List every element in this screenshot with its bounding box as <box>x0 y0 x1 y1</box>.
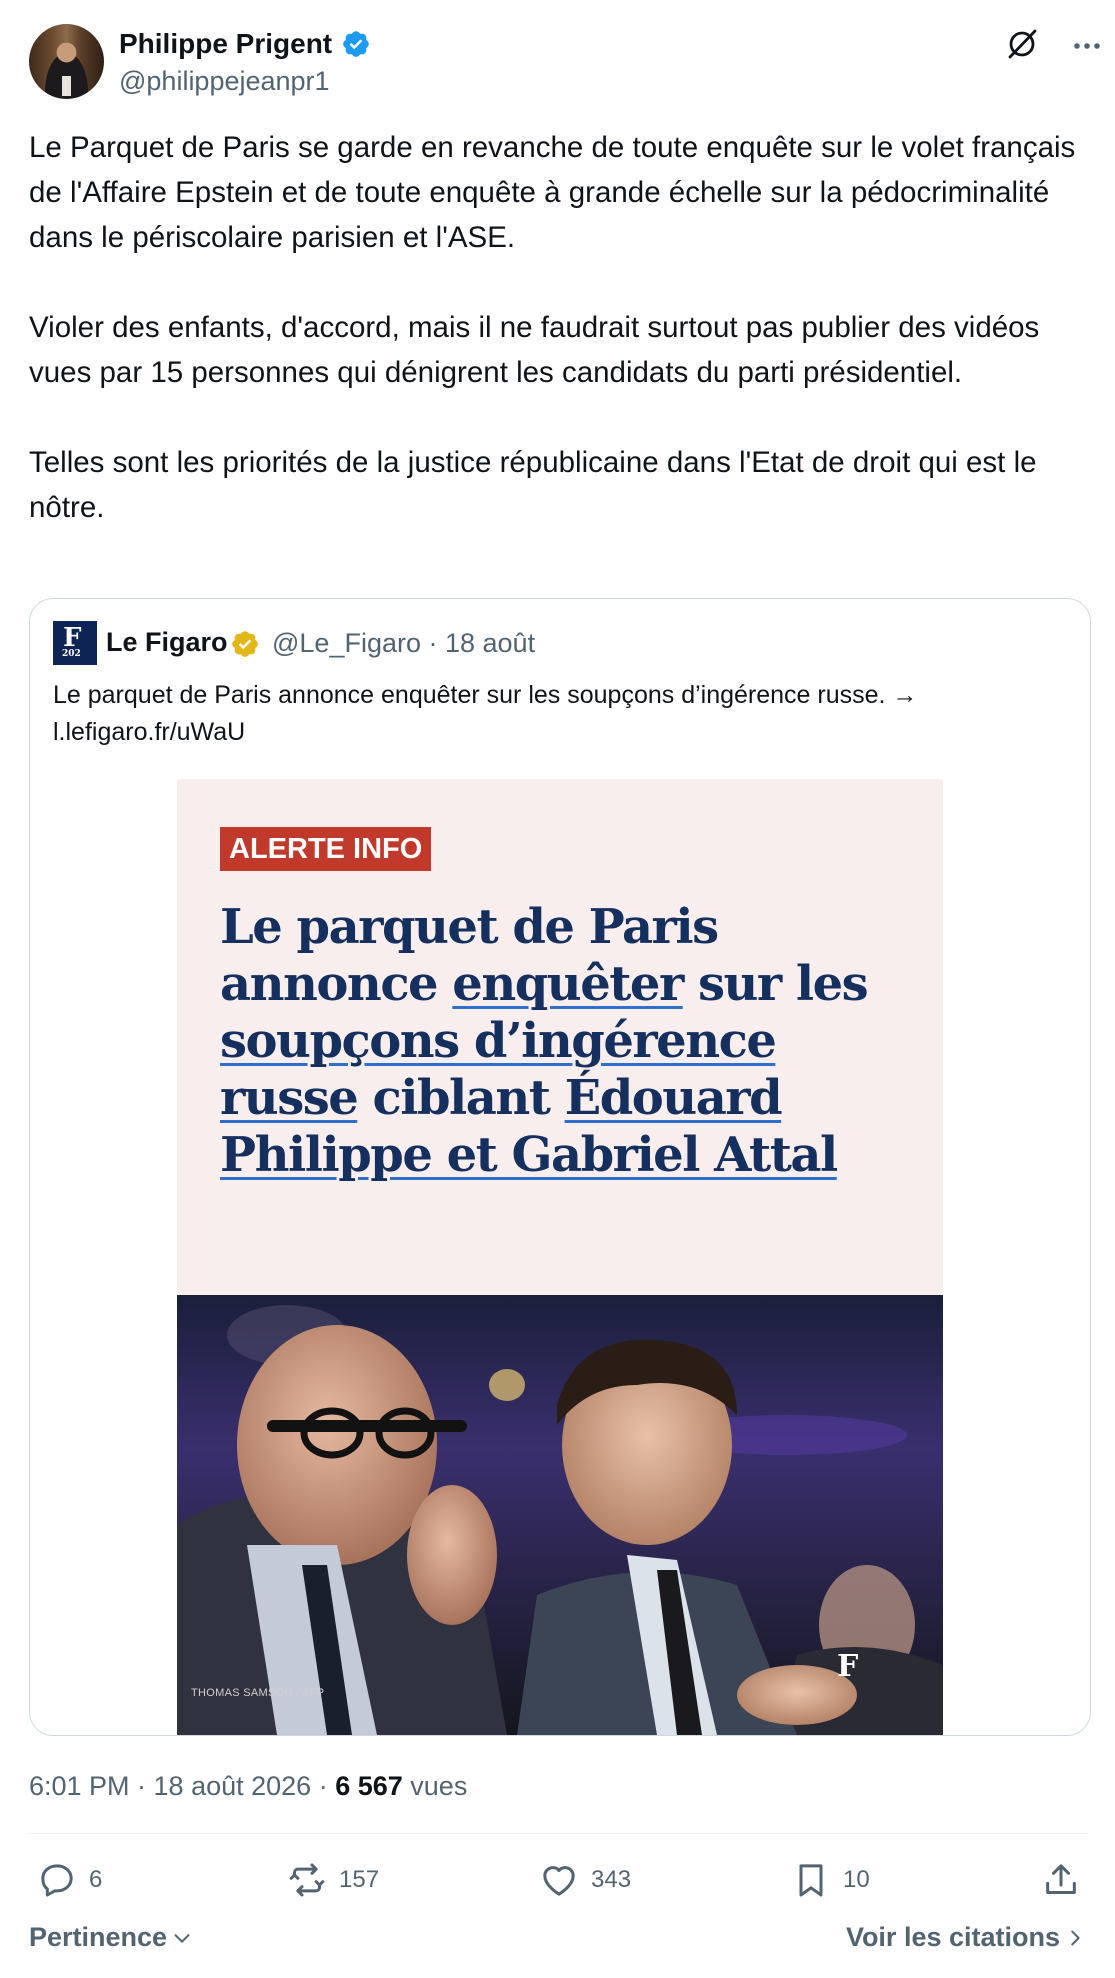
reply-count: 6 <box>89 1866 103 1893</box>
quoted-media-image[interactable]: ALERTE INFO Le parquet de Paris annonce … <box>177 779 943 1735</box>
tweet-actions: 6 157 343 10 <box>29 1855 1089 1905</box>
le-figaro-avatar[interactable]: F 202 <box>53 621 97 665</box>
share-icon <box>1046 1864 1076 1894</box>
media-headline: Le parquet de Paris annonce enquêter sur… <box>220 899 920 1184</box>
more-options-icon[interactable] <box>1069 28 1105 64</box>
news-photo <box>177 1295 943 1735</box>
sort-label: Pertinence <box>29 1922 168 1952</box>
headline-text: sur les <box>682 956 869 1012</box>
tweet-paragraph: Telles sont les priorités de la justice … <box>29 446 1037 524</box>
divider <box>29 1833 1089 1834</box>
alert-badge: ALERTE INFO <box>220 827 432 871</box>
tweet-paragraph: Le Parquet de Paris se garde en revanche… <box>29 131 1076 254</box>
quoted-tweet-card[interactable]: F 202 Le Figaro @Le_Figaro · 18 août Le … <box>29 598 1091 1736</box>
like-count: 343 <box>591 1866 632 1893</box>
tweet-time[interactable]: 6:01 PM · 18 août 2026 · <box>29 1771 335 1801</box>
author-name[interactable]: Philippe Prigent <box>119 28 332 60</box>
view-quotes-link[interactable]: Voir les citations <box>846 1922 1086 1953</box>
author-handle[interactable]: @philippejeanpr1 <box>119 66 330 97</box>
grok-icon[interactable] <box>1004 26 1040 62</box>
bookmark-icon <box>799 1864 823 1897</box>
headline-text: ciblant <box>357 1070 565 1126</box>
tweet-header: Philippe Prigent @philippejeanpr1 <box>29 24 1100 100</box>
heart-icon <box>543 1866 575 1896</box>
verified-gold-badge-icon[interactable] <box>230 629 260 659</box>
figaro-watermark: F <box>837 1649 859 1684</box>
quoted-tweet-text: Le parquet de Paris annonce enquêter sur… <box>53 681 918 746</box>
sort-dropdown[interactable]: Pertinence <box>29 1922 193 1953</box>
author-avatar[interactable] <box>29 24 104 99</box>
bookmark-count: 10 <box>843 1866 870 1893</box>
figaro-logo-year: 202 <box>62 649 81 659</box>
photo-credit: THOMAS SAMSON / AFP <box>191 1687 325 1699</box>
headline-underlined-text: enquêter <box>452 956 684 1012</box>
repost-count: 157 <box>339 1866 380 1893</box>
tweet-paragraph: Violer des enfants, d'accord, mais il ne… <box>29 311 1040 389</box>
repost-icon <box>289 1863 325 1897</box>
view-quotes-label: Voir les citations <box>845 1922 1060 1952</box>
chevron-right-icon <box>1071 1930 1080 1945</box>
chevron-down-icon <box>174 1933 190 1943</box>
reply-icon <box>41 1864 73 1897</box>
like-button[interactable]: 343 <box>539 1855 631 1905</box>
headline-panel: ALERTE INFO Le parquet de Paris annonce … <box>177 779 943 1295</box>
tweet-text: Le Parquet de Paris se garde en revanche… <box>29 125 1089 530</box>
repost-button[interactable]: 157 <box>287 1855 379 1905</box>
bookmark-button[interactable]: 10 <box>791 1855 870 1905</box>
reply-button[interactable]: 6 <box>37 1855 102 1905</box>
views-label: vues <box>402 1771 468 1801</box>
quoted-author-name[interactable]: Le Figaro <box>106 627 228 658</box>
tweet-timestamp[interactable]: 6:01 PM · 18 août 2026 · 6 567 vues <box>29 1771 467 1802</box>
verified-badge-icon[interactable] <box>341 29 371 59</box>
share-button[interactable] <box>1041 1855 1081 1905</box>
quoted-handle-date[interactable]: @Le_Figaro · 18 août <box>272 628 535 659</box>
views-count: 6 567 <box>335 1771 403 1801</box>
